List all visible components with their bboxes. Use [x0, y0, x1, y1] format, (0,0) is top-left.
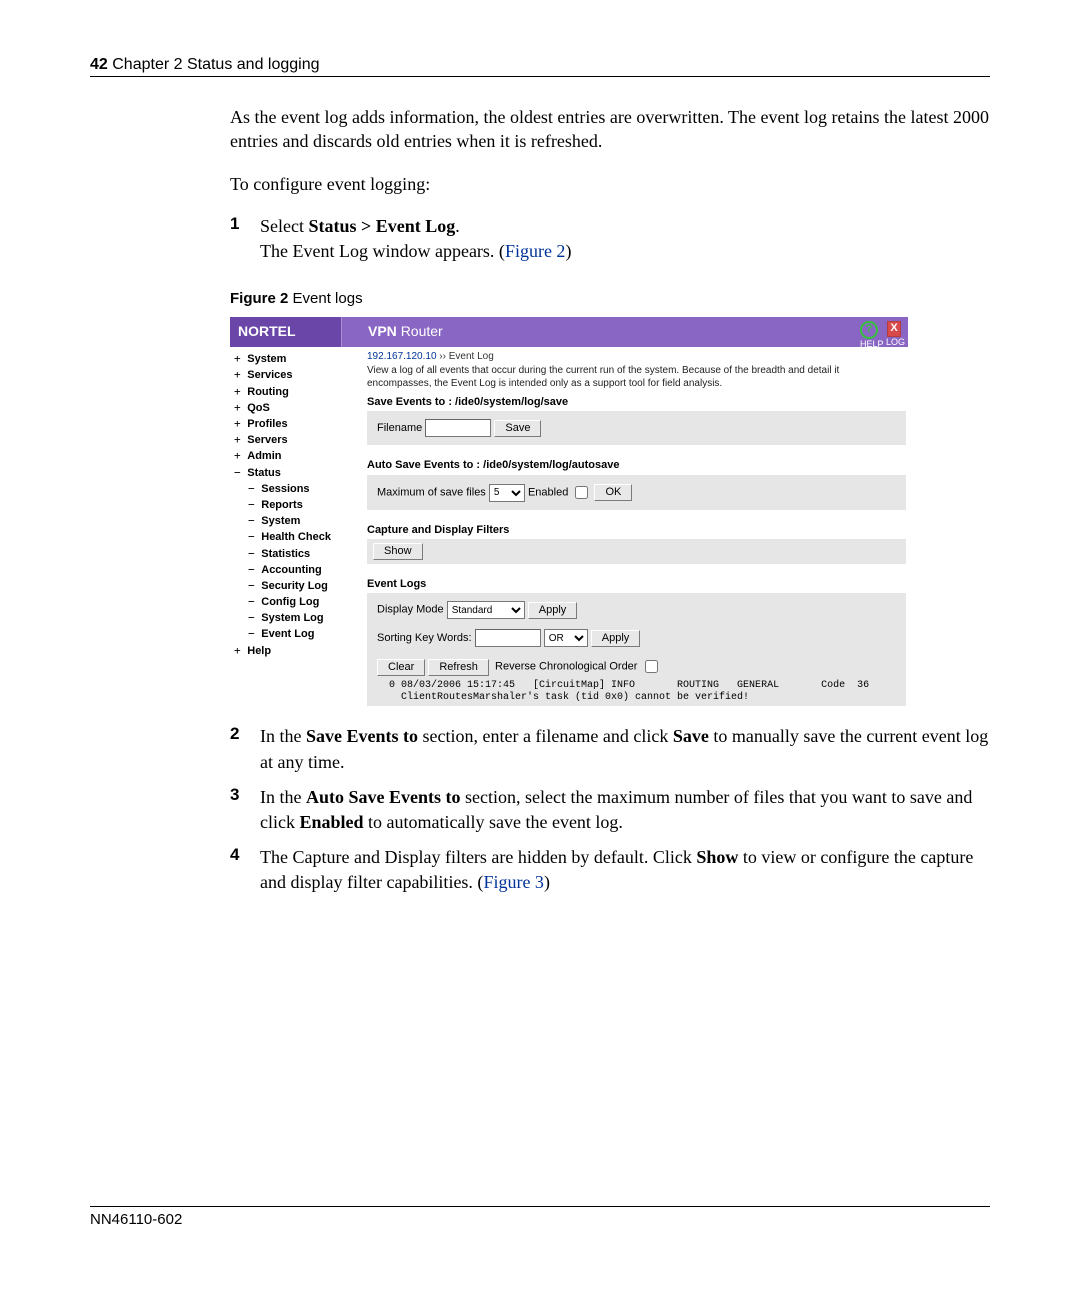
breadcrumb: 192.167.120.10 ›› Event Log	[367, 351, 906, 363]
event-logs-box: Display Mode Standard Apply Sorting Key …	[367, 593, 906, 706]
sidebar-item-system-sub[interactable]: System	[234, 513, 359, 529]
header-icons: ?HELP XLOG	[860, 317, 908, 347]
log-output: 0 08/03/2006 15:17:45 [CircuitMap] INFO …	[377, 676, 896, 704]
step-body: The Capture and Display filters are hidd…	[260, 845, 990, 895]
page-footer: NN46110-602	[90, 1206, 990, 1228]
refresh-button[interactable]: Refresh	[428, 659, 489, 676]
enabled-label: Enabled	[528, 486, 568, 498]
sidebar-item-services[interactable]: Services	[234, 367, 359, 383]
step-number: 3	[230, 785, 260, 835]
main-panel: 192.167.120.10 ›› Event Log View a log o…	[359, 347, 908, 710]
step-body: In the Save Events to section, enter a f…	[260, 724, 990, 774]
enabled-checkbox[interactable]	[575, 486, 588, 499]
step-number: 2	[230, 724, 260, 774]
sidebar-item-accounting[interactable]: Accounting	[234, 562, 359, 578]
step-4: 4 The Capture and Display filters are hi…	[230, 845, 990, 895]
page-hint: View a log of all events that occur duri…	[367, 365, 906, 390]
event-logs-heading: Event Logs	[367, 578, 906, 591]
sidebar-item-qos[interactable]: QoS	[234, 400, 359, 416]
filename-input[interactable]	[425, 419, 491, 437]
sidebar-item-admin[interactable]: Admin	[234, 448, 359, 464]
save-button[interactable]: Save	[494, 420, 541, 437]
sidebar-item-health-check[interactable]: Health Check	[234, 529, 359, 545]
figure-2-xref[interactable]: Figure 2	[505, 241, 566, 261]
sidebar-item-sessions[interactable]: Sessions	[234, 481, 359, 497]
sidebar-item-statistics[interactable]: Statistics	[234, 546, 359, 562]
configure-lead: To configure event logging:	[230, 172, 990, 196]
sidebar-item-config-log[interactable]: Config Log	[234, 594, 359, 610]
sidebar: System Services Routing QoS Profiles Ser…	[230, 347, 359, 710]
save-events-label: Save Events to : /ide0/system/log/save	[367, 396, 906, 409]
sidebar-item-routing[interactable]: Routing	[234, 384, 359, 400]
max-files-label: Maximum of save files	[377, 486, 486, 498]
figure-2-caption: Figure 2 Event logs	[230, 290, 990, 307]
display-apply-button[interactable]: Apply	[528, 602, 578, 619]
sidebar-item-help[interactable]: Help	[234, 643, 359, 659]
autosave-label: Auto Save Events to : /ide0/system/log/a…	[367, 459, 906, 472]
step-body: In the Auto Save Events to section, sele…	[260, 785, 990, 835]
reverse-checkbox[interactable]	[645, 660, 658, 673]
sidebar-item-status[interactable]: Status	[234, 465, 359, 481]
sidebar-item-security-log[interactable]: Security Log	[234, 578, 359, 594]
display-mode-label: Display Mode	[377, 604, 444, 616]
step-number: 1	[230, 214, 260, 264]
step-3: 3 In the Auto Save Events to section, se…	[230, 785, 990, 835]
step-1: 1 Select Status > Event Log. The Event L…	[230, 214, 990, 264]
log-icon[interactable]: XLOG	[886, 321, 902, 337]
sidebar-item-servers[interactable]: Servers	[234, 432, 359, 448]
autosave-box: Maximum of save files 5 Enabled OK	[367, 475, 906, 510]
breadcrumb-ip[interactable]: 192.167.120.10	[367, 351, 437, 362]
app-title: VPN Router	[342, 317, 860, 347]
doc-number: NN46110-602	[90, 1211, 182, 1228]
page-header: 42 Chapter 2 Status and logging	[90, 56, 990, 77]
app-header: NORTEL VPN Router ?HELP XLOG	[230, 317, 908, 347]
figure-2-screenshot: NORTEL VPN Router ?HELP XLOG System Serv…	[230, 317, 908, 710]
chapter-title: Chapter 2 Status and logging	[112, 56, 319, 73]
step-number: 4	[230, 845, 260, 895]
ok-button[interactable]: OK	[594, 484, 632, 501]
sidebar-item-system[interactable]: System	[234, 351, 359, 367]
sorting-input[interactable]	[475, 629, 541, 647]
max-files-select[interactable]: 5	[489, 484, 525, 502]
clear-button[interactable]: Clear	[377, 659, 425, 676]
page-number: 42	[90, 56, 108, 73]
intro-paragraph: As the event log adds information, the o…	[230, 105, 990, 154]
sidebar-item-system-log[interactable]: System Log	[234, 610, 359, 626]
step-body: Select Status > Event Log. The Event Log…	[260, 214, 571, 264]
sidebar-item-profiles[interactable]: Profiles	[234, 416, 359, 432]
figure-3-xref[interactable]: Figure 3	[483, 872, 544, 892]
sorting-op-select[interactable]: OR	[544, 629, 588, 647]
sidebar-item-reports[interactable]: Reports	[234, 497, 359, 513]
filters-heading: Capture and Display Filters	[367, 524, 906, 537]
sidebar-item-event-log[interactable]: Event Log	[234, 626, 359, 642]
save-events-box: Filename Save	[367, 411, 906, 445]
help-icon[interactable]: ?HELP	[860, 321, 876, 337]
filename-label: Filename	[377, 422, 422, 434]
display-mode-select[interactable]: Standard	[447, 601, 525, 619]
nortel-logo: NORTEL	[230, 317, 342, 347]
step-2: 2 In the Save Events to section, enter a…	[230, 724, 990, 774]
sorting-apply-button[interactable]: Apply	[591, 630, 641, 647]
filters-box: Show	[367, 539, 906, 564]
sorting-label: Sorting Key Words:	[377, 632, 472, 644]
reverse-label: Reverse Chronological Order	[495, 661, 637, 673]
show-button[interactable]: Show	[373, 543, 423, 560]
